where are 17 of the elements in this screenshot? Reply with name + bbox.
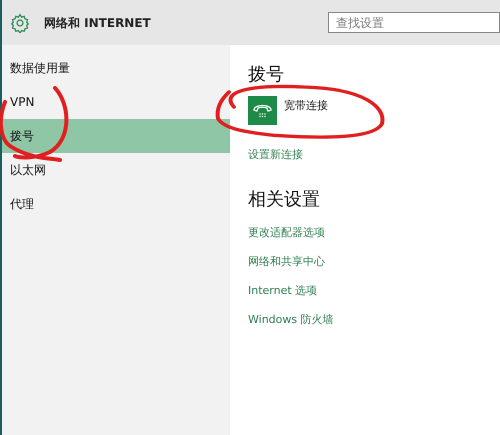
sidebar-item[interactable]: VPN [2,85,230,119]
settings-link[interactable]: Windows 防火墙 [248,306,334,334]
settings-icon [10,12,30,32]
sidebar-item[interactable]: 以太网 [2,153,230,187]
phone-icon[interactable] [248,96,277,125]
page-title: 网络和 INTERNET [44,14,151,32]
settings-link[interactable]: Internet 选项 [248,276,318,306]
section-heading: 相关设置 [248,188,321,212]
connection-name[interactable]: 宽带连接 [284,98,328,114]
setup-link[interactable]: 设置新连接 [248,147,303,164]
sidebar-item[interactable]: 代理 [2,187,230,221]
settings-link[interactable]: 网络和共享中心 [248,248,325,276]
sidebar-item[interactable]: 拨号 [2,119,230,153]
search-field[interactable]: 查找设置 [328,12,500,33]
settings-link[interactable]: 更改适配器选项 [248,218,325,248]
section-heading: 拨号 [248,63,285,87]
sidebar-item[interactable]: 数据使用量 [2,51,230,85]
